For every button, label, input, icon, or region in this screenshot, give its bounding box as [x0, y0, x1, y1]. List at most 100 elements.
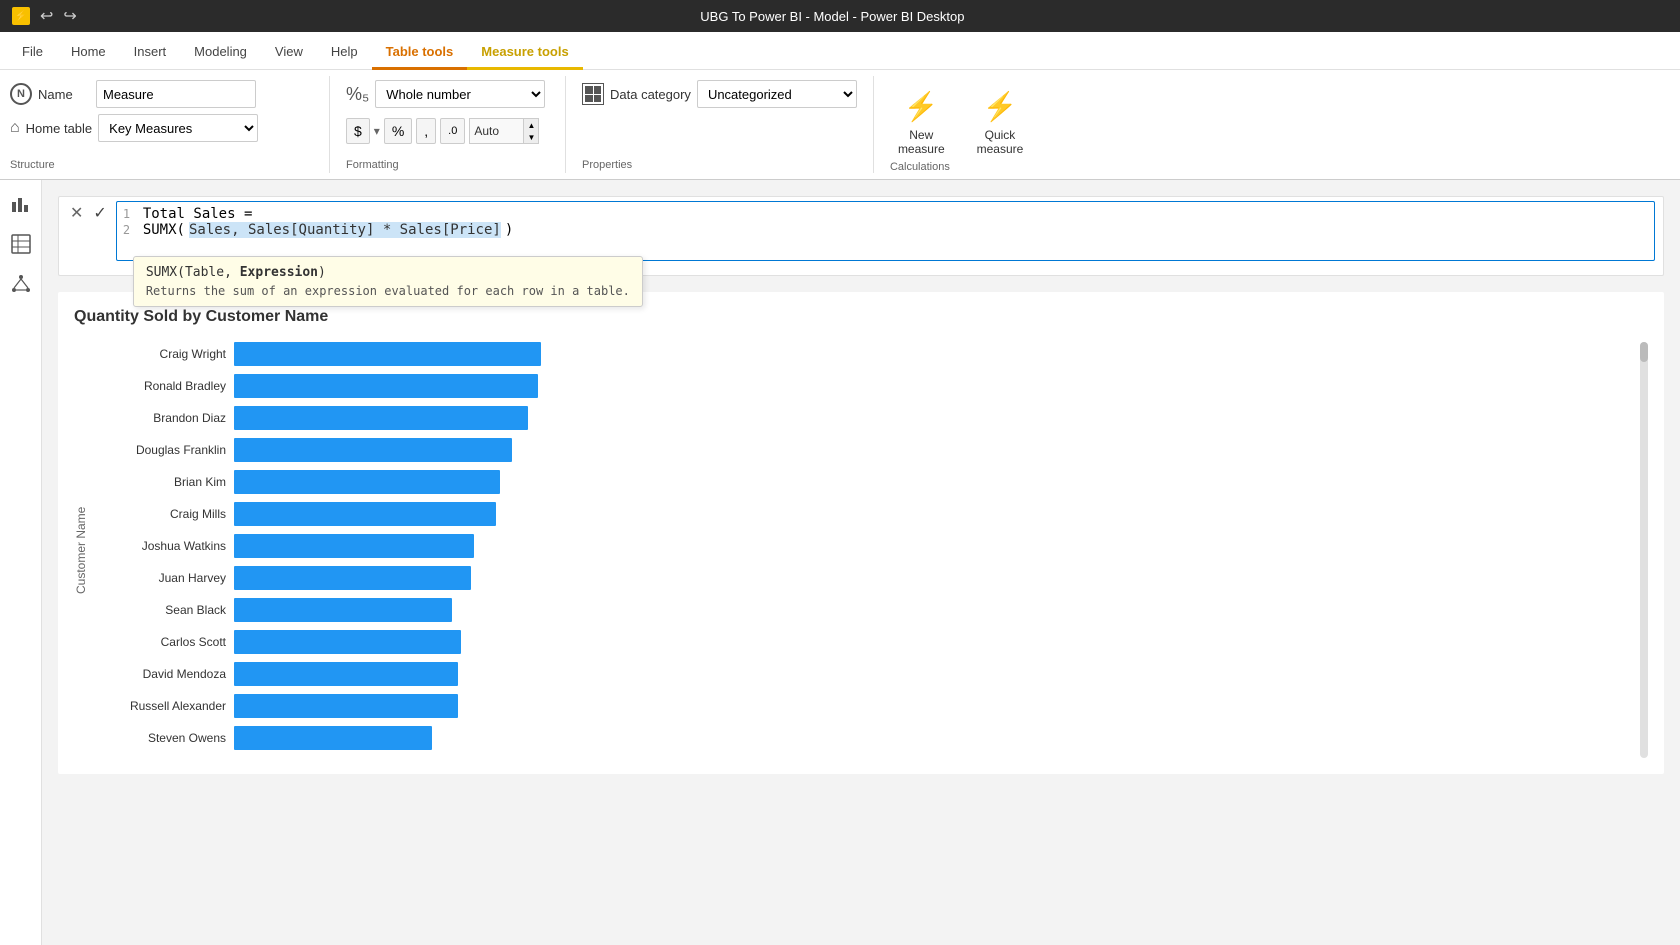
quick-measure-button[interactable]: ⚡ Quickmeasure	[969, 84, 1032, 161]
formula-controls: ✕ ✓	[67, 201, 110, 223]
bar-track	[234, 406, 1636, 430]
window-title: UBG To Power BI - Model - Power BI Deskt…	[700, 9, 964, 24]
bar-label: Douglas Franklin	[96, 443, 226, 457]
quick-measure-label: Quickmeasure	[977, 128, 1024, 157]
ribbon-content: N Name ⌂ Home table Key Measures Structu…	[0, 70, 1680, 180]
bar-track	[234, 598, 1636, 622]
chart-container: Customer Name Craig WrightRonald Bradley…	[74, 342, 1648, 758]
bar-fill	[234, 438, 512, 462]
chart-area: Quantity Sold by Customer Name Customer …	[58, 292, 1664, 774]
tab-insert[interactable]: Insert	[120, 36, 181, 70]
bar-label: Craig Wright	[96, 347, 226, 361]
canvas: ✕ ✓ 1 Total Sales = 2 SUMX(Sales, Sales[…	[42, 180, 1680, 945]
undo-button[interactable]: ↩	[40, 6, 53, 26]
auto-spinners[interactable]: ▲ ▼	[523, 119, 538, 143]
formula-tooltip: SUMX(Table, Expression) Returns the sum …	[133, 256, 643, 307]
data-category-label: Data category	[610, 87, 691, 102]
formula-text-2-suffix: )	[505, 222, 513, 238]
name-row: N Name	[10, 80, 256, 108]
bar-label: Craig Mills	[96, 507, 226, 521]
bar-label: Carlos Scott	[96, 635, 226, 649]
tab-view[interactable]: View	[261, 36, 317, 70]
format-icon: %₅	[346, 84, 369, 105]
spin-up[interactable]: ▲	[523, 119, 538, 131]
bar-track	[234, 470, 1636, 494]
tab-tabletools[interactable]: Table tools	[372, 36, 468, 70]
bar-label: Sean Black	[96, 603, 226, 617]
spin-down[interactable]: ▼	[523, 131, 538, 143]
tab-help[interactable]: Help	[317, 36, 372, 70]
data-category-icon	[582, 83, 604, 105]
bar-row: Joshua Watkins	[96, 534, 1636, 558]
chart-scrollbar[interactable]	[1640, 342, 1648, 758]
comma-button[interactable]: ,	[416, 118, 436, 144]
bar-track	[234, 726, 1636, 750]
scrollbar-thumb[interactable]	[1640, 342, 1648, 362]
name-input[interactable]	[96, 80, 256, 108]
line-num-2: 2	[123, 223, 139, 237]
formula-confirm-button[interactable]: ✓	[90, 203, 109, 223]
calculations-group: ⚡ Newmeasure ⚡ Quickmeasure Calculations	[890, 76, 1047, 173]
quick-measure-icon: ⚡	[982, 88, 1018, 124]
formatting-group: %₅ Whole number $ ▾ % , .0 Auto ▲ ▼ Form…	[346, 76, 566, 173]
bar-row: Craig Mills	[96, 502, 1636, 526]
bar-row: Steven Owens	[96, 726, 1636, 750]
formula-editor[interactable]: 1 Total Sales = 2 SUMX(Sales, Sales[Quan…	[116, 201, 1655, 261]
dollar-button[interactable]: $	[346, 118, 370, 144]
auto-value: Auto	[474, 124, 499, 138]
chart-title: Quantity Sold by Customer Name	[74, 308, 1648, 326]
structure-label: Structure	[10, 159, 55, 173]
bar-chart: Craig WrightRonald BradleyBrandon DiazDo…	[96, 342, 1636, 758]
data-category-select[interactable]: Uncategorized	[697, 80, 857, 108]
redo-button[interactable]: ↪	[63, 6, 76, 26]
auto-input[interactable]: Auto ▲ ▼	[469, 118, 539, 144]
bar-track	[234, 502, 1636, 526]
formula-line-1: 1 Total Sales =	[123, 206, 1648, 222]
formula-cancel-button[interactable]: ✕	[67, 203, 86, 223]
bar-fill	[234, 662, 458, 686]
bar-track	[234, 342, 1636, 366]
tab-home[interactable]: Home	[57, 36, 120, 70]
tooltip-signature: SUMX(Table, Expression)	[146, 265, 630, 280]
formula-text-1: Total Sales =	[143, 206, 253, 222]
sidebar-icon-barchart[interactable]	[5, 188, 37, 220]
decimal-button[interactable]: .0	[440, 118, 465, 144]
tooltip-desc: Returns the sum of an expression evaluat…	[146, 284, 630, 298]
percent-button[interactable]: %	[384, 118, 412, 144]
name-icon: N	[10, 83, 32, 105]
bar-fill	[234, 694, 458, 718]
bar-track	[234, 694, 1636, 718]
sidebar-icon-table[interactable]	[5, 228, 37, 260]
bar-fill	[234, 534, 474, 558]
formula-line-2: 2 SUMX(Sales, Sales[Quantity] * Sales[Pr…	[123, 222, 1648, 238]
new-measure-button[interactable]: ⚡ Newmeasure	[890, 84, 953, 161]
calculations-label: Calculations	[890, 161, 950, 175]
tooltip-sig-end: )	[318, 265, 326, 280]
bar-label: Brian Kim	[96, 475, 226, 489]
format-select[interactable]: Whole number	[375, 80, 545, 108]
bar-fill	[234, 566, 471, 590]
home-table-select[interactable]: Key Measures	[98, 114, 258, 142]
bar-fill	[234, 406, 528, 430]
tooltip-sig-text: SUMX(Table,	[146, 265, 240, 280]
properties-group: Data category Uncategorized Properties	[582, 76, 874, 173]
sidebar	[0, 180, 42, 945]
format-toolbar: $ ▾ % , .0 Auto ▲ ▼	[346, 118, 539, 144]
tab-file[interactable]: File	[8, 36, 57, 70]
bar-row: Craig Wright	[96, 342, 1636, 366]
arrow-down-icon: ▾	[374, 124, 380, 138]
tab-modeling[interactable]: Modeling	[180, 36, 261, 70]
tab-measuretools[interactable]: Measure tools	[467, 36, 582, 70]
bar-track	[234, 662, 1636, 686]
bar-fill	[234, 598, 452, 622]
bar-label: Ronald Bradley	[96, 379, 226, 393]
home-icon: ⌂	[10, 119, 20, 137]
sidebar-icon-model[interactable]	[5, 268, 37, 300]
formula-bar: ✕ ✓ 1 Total Sales = 2 SUMX(Sales, Sales[…	[58, 196, 1664, 276]
main-body: ✕ ✓ 1 Total Sales = 2 SUMX(Sales, Sales[…	[0, 180, 1680, 945]
bar-row: Carlos Scott	[96, 630, 1636, 654]
structure-group: N Name ⌂ Home table Key Measures Structu…	[10, 76, 330, 173]
ribbon-tabs: File Home Insert Modeling View Help Tabl…	[0, 32, 1680, 70]
new-measure-label: Newmeasure	[898, 128, 945, 157]
data-category-row: Data category Uncategorized	[582, 80, 857, 108]
